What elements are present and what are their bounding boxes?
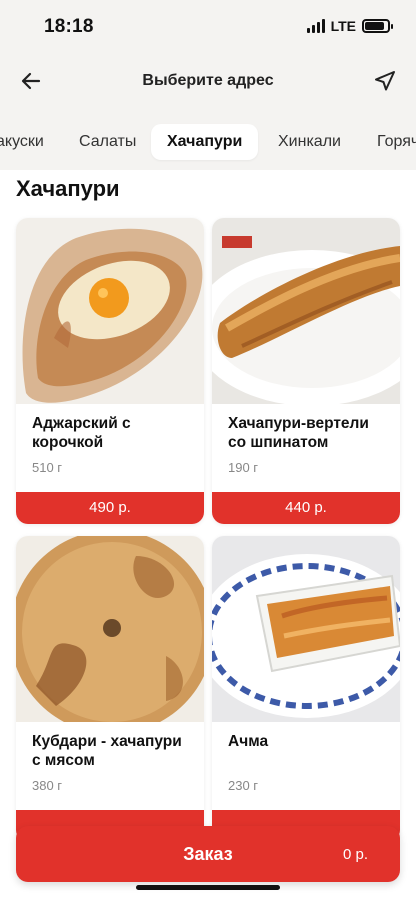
tab-snacks[interactable]: акуски <box>0 124 44 160</box>
product-card[interactable]: Кубдари - хачапури с мясом 380 г <box>16 536 204 842</box>
menu-content: Хачапури Аджарский с корочкой 510 г 490 … <box>0 170 416 900</box>
tab-khinkali[interactable]: Хинкали <box>278 124 341 160</box>
add-to-cart-button[interactable]: 440 р. <box>212 492 400 524</box>
status-time: 18:18 <box>44 16 94 37</box>
product-card[interactable]: Хачапури-вертели со шпинатом 190 г 440 р… <box>212 218 400 524</box>
home-indicator <box>136 885 280 890</box>
product-image <box>212 218 400 404</box>
product-card[interactable]: Аджарский с корочкой 510 г 490 р. <box>16 218 204 524</box>
achma-image <box>212 536 400 722</box>
khachapuri-verteli-image <box>212 218 400 404</box>
navigation-arrow-icon <box>375 71 395 91</box>
adjarian-khachapuri-image <box>16 218 204 404</box>
product-image <box>16 536 204 722</box>
section-title: Хачапури <box>16 176 120 201</box>
add-to-cart-button[interactable]: 490 р. <box>16 492 204 524</box>
status-bar: 18:18 LTE <box>0 0 416 56</box>
top-header: Выберите адрес <box>0 56 416 108</box>
product-weight: 510 г <box>32 460 63 475</box>
product-weight: 190 г <box>228 460 259 475</box>
order-button[interactable]: Заказ 0 р. <box>16 826 400 882</box>
product-name: Ачма <box>228 733 269 750</box>
category-tabs: акуски Салаты Хачапури Хинкали Горяч <box>0 118 416 168</box>
location-button[interactable] <box>370 66 400 96</box>
product-image <box>16 218 204 404</box>
kubdari-image <box>16 536 204 722</box>
battery-level <box>365 22 384 30</box>
network-type: LTE <box>330 18 356 34</box>
battery-icon <box>362 19 393 33</box>
product-name: Кубдари - хачапури с мясом <box>32 733 182 769</box>
signal-icon <box>306 19 325 33</box>
tab-khachapuri[interactable]: Хачапури <box>151 124 259 160</box>
tab-salads[interactable]: Салаты <box>79 124 136 160</box>
product-weight: 230 г <box>228 778 259 793</box>
product-image <box>212 536 400 722</box>
status-indicators: LTE <box>306 18 393 34</box>
order-total: 0 р. <box>342 846 368 863</box>
product-card[interactable]: Ачма 230 г <box>212 536 400 842</box>
address-selector[interactable]: Выберите адрес <box>0 72 416 90</box>
product-weight: 380 г <box>32 778 63 793</box>
product-name: Аджарский с корочкой <box>32 415 131 451</box>
product-name: Хачапури-вертели со шпинатом <box>228 415 369 451</box>
tab-hot-dishes[interactable]: Горяч <box>377 124 416 160</box>
